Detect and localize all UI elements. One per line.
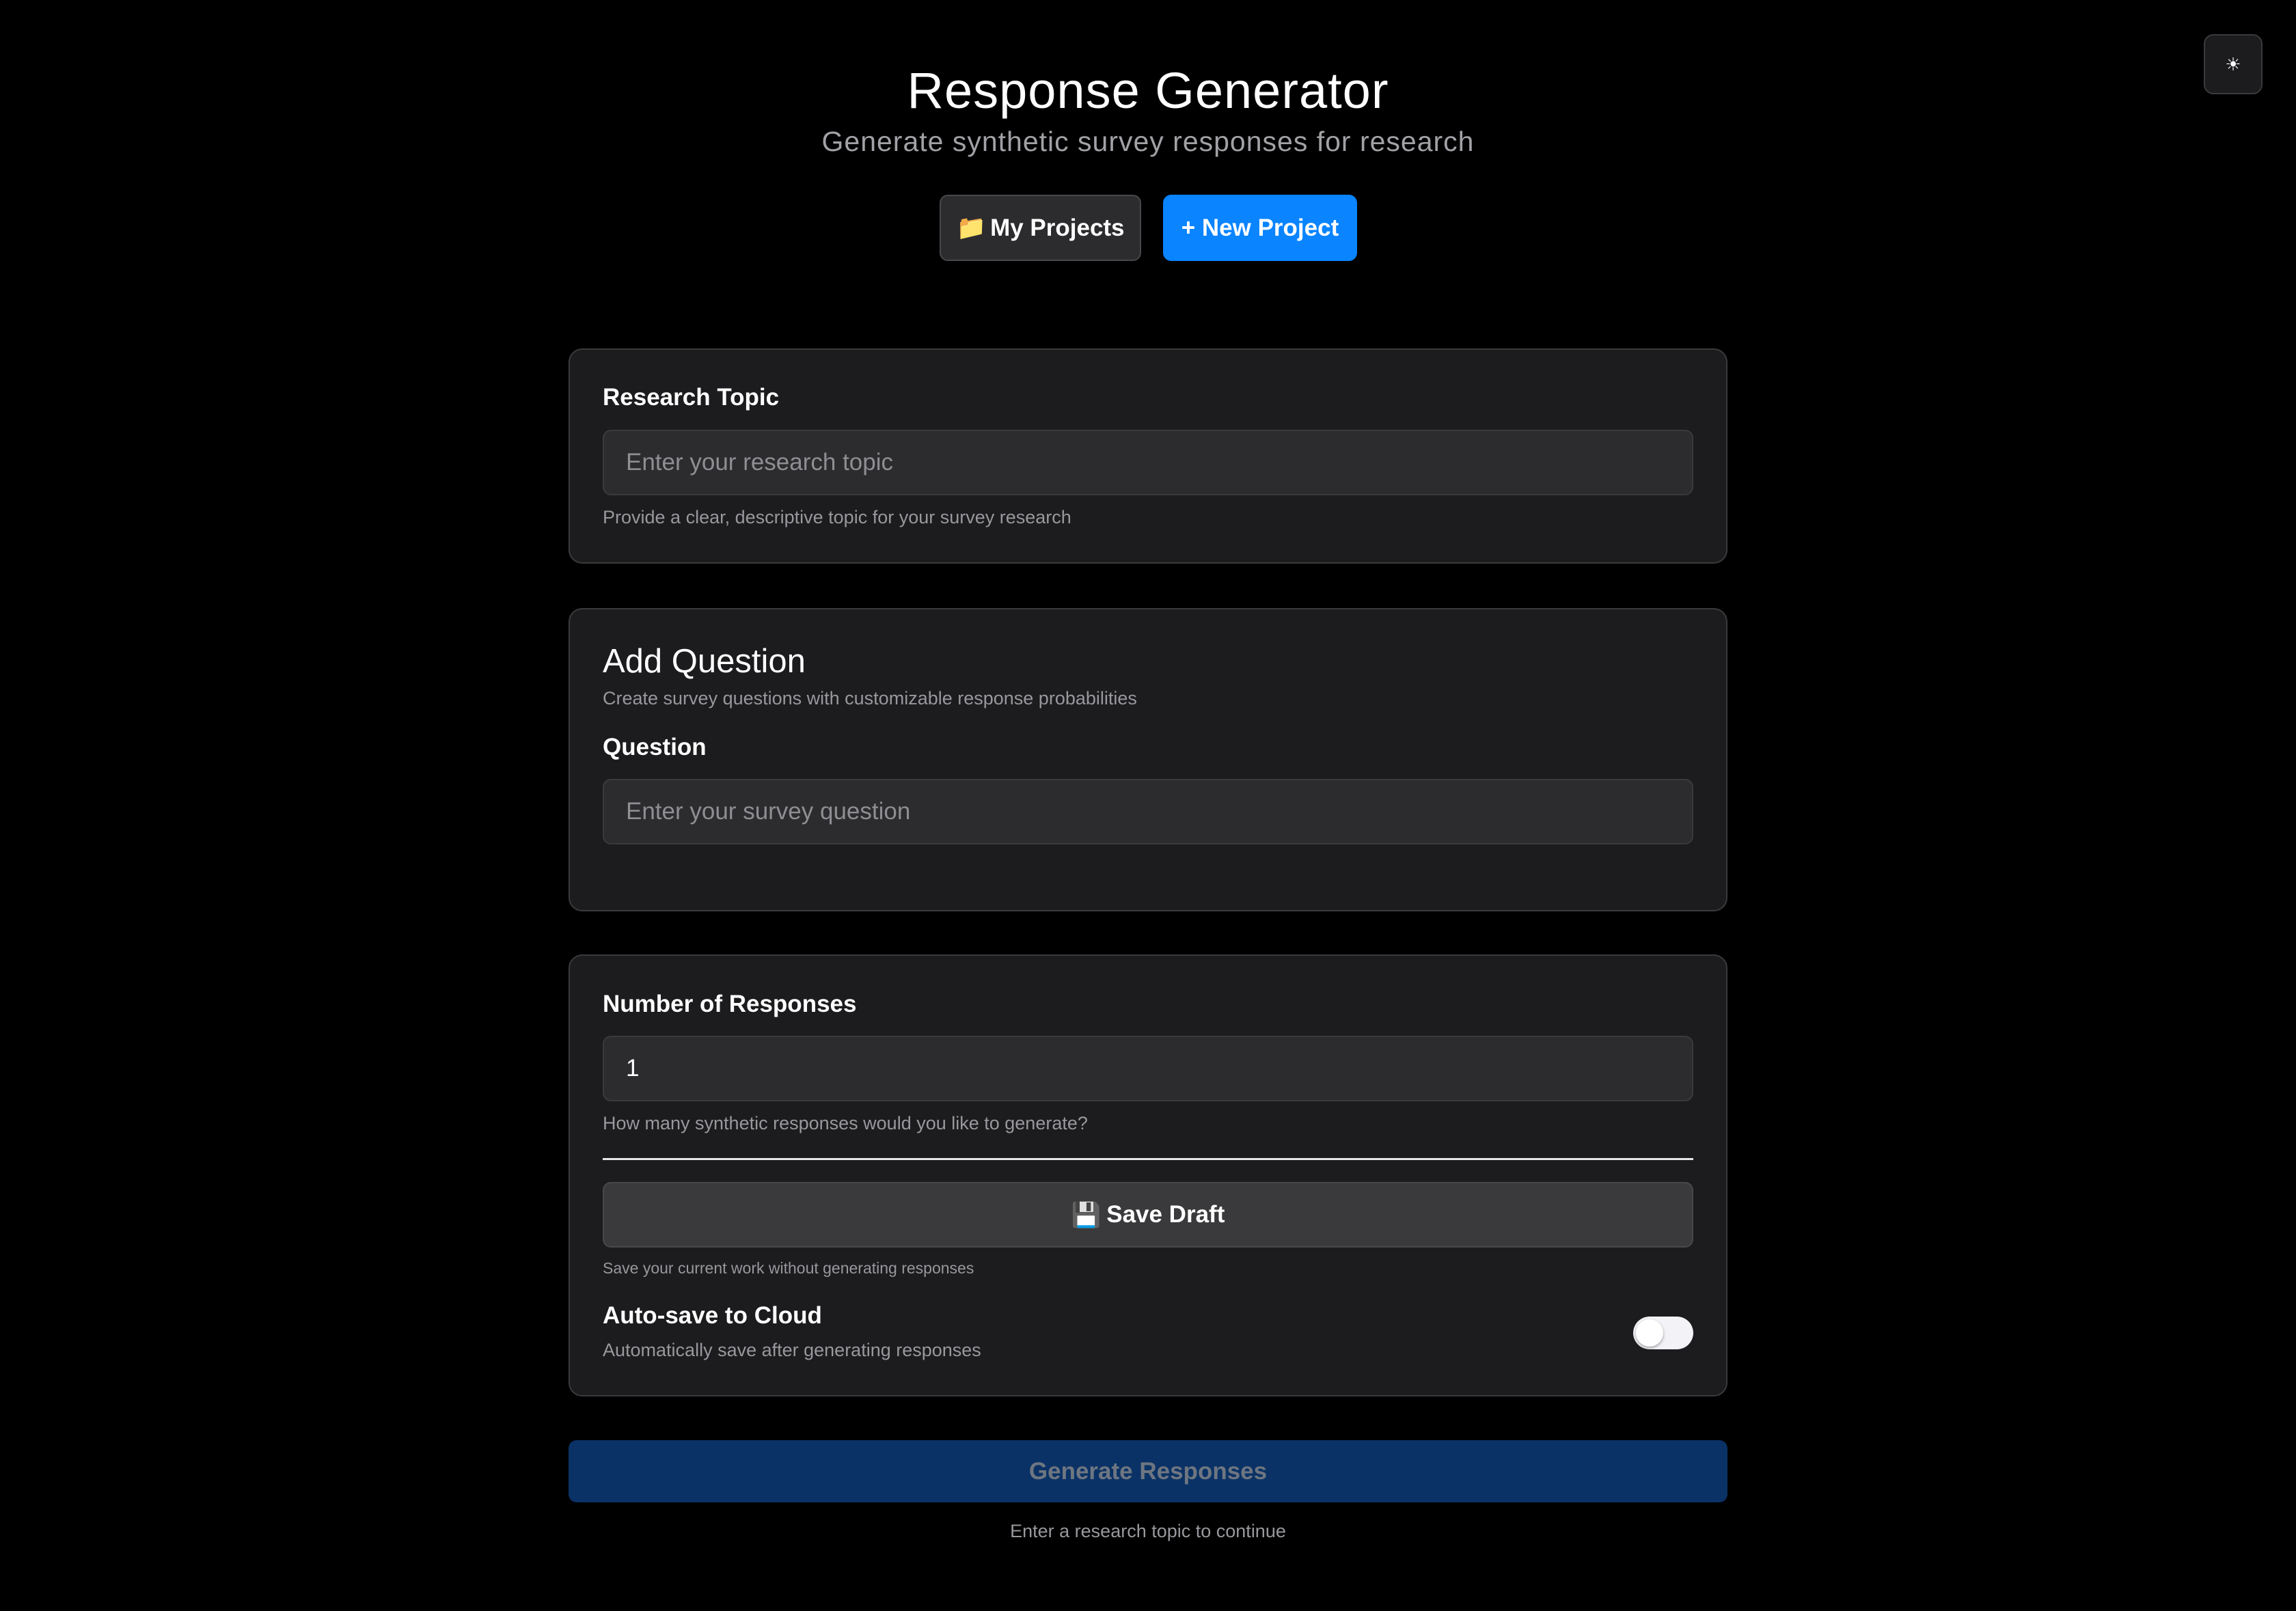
add-question-description: Create survey questions with customizabl…: [603, 688, 1137, 708]
save-draft-button[interactable]: 💾 Save Draft: [603, 1182, 1693, 1248]
new-project-button[interactable]: + New Project: [1163, 195, 1357, 261]
research-topic-label: Research Topic: [603, 384, 780, 411]
responses-card: Number of Responses 1 How many synthetic…: [569, 954, 1727, 1396]
responses-hint: How many synthetic responses would you l…: [603, 1113, 1088, 1133]
generate-responses-label: Generate Responses: [1028, 1457, 1268, 1485]
toggle-knob: [1636, 1319, 1663, 1347]
responses-input[interactable]: 1: [603, 1036, 1693, 1101]
research-topic-hint: Provide a clear, descriptive topic for y…: [603, 507, 1071, 527]
autosave-toggle[interactable]: [1633, 1317, 1693, 1349]
divider: [603, 1158, 1693, 1160]
responses-value: 1: [626, 1055, 640, 1082]
page: ☀ Response Generator Generate synthetic …: [0, 0, 2296, 1611]
autosave-description: Automatically save after generating resp…: [603, 1340, 981, 1360]
add-question-title: Add Question: [603, 643, 806, 680]
generate-responses-button[interactable]: Generate Responses: [569, 1440, 1727, 1502]
research-topic-placeholder: Enter your research topic: [626, 449, 894, 476]
question-input[interactable]: Enter your survey question: [603, 779, 1693, 844]
page-title: Response Generator: [907, 62, 1389, 119]
save-draft-hint: Save your current work without generatin…: [603, 1259, 974, 1277]
page-subtitle: Generate synthetic survey responses for …: [821, 126, 1475, 157]
add-question-card: Add Question Create survey questions wit…: [569, 608, 1727, 911]
research-topic-card: Research Topic Enter your research topic…: [569, 348, 1727, 564]
autosave-label: Auto-save to Cloud: [603, 1302, 822, 1329]
question-placeholder: Enter your survey question: [626, 798, 911, 825]
my-projects-label: My Projects: [990, 214, 1125, 241]
new-project-label: + New Project: [1181, 214, 1339, 241]
research-topic-input[interactable]: Enter your research topic: [603, 430, 1693, 495]
generate-hint: Enter a research topic to continue: [1010, 1521, 1286, 1541]
responses-label: Number of Responses: [603, 991, 857, 1017]
save-draft-label: Save Draft: [1106, 1201, 1225, 1228]
question-label: Question: [603, 734, 707, 760]
floppy-disk-icon: 💾: [1071, 1201, 1102, 1228]
folder-icon: 📁: [956, 215, 987, 241]
my-projects-button[interactable]: 📁 My Projects: [940, 195, 1141, 261]
